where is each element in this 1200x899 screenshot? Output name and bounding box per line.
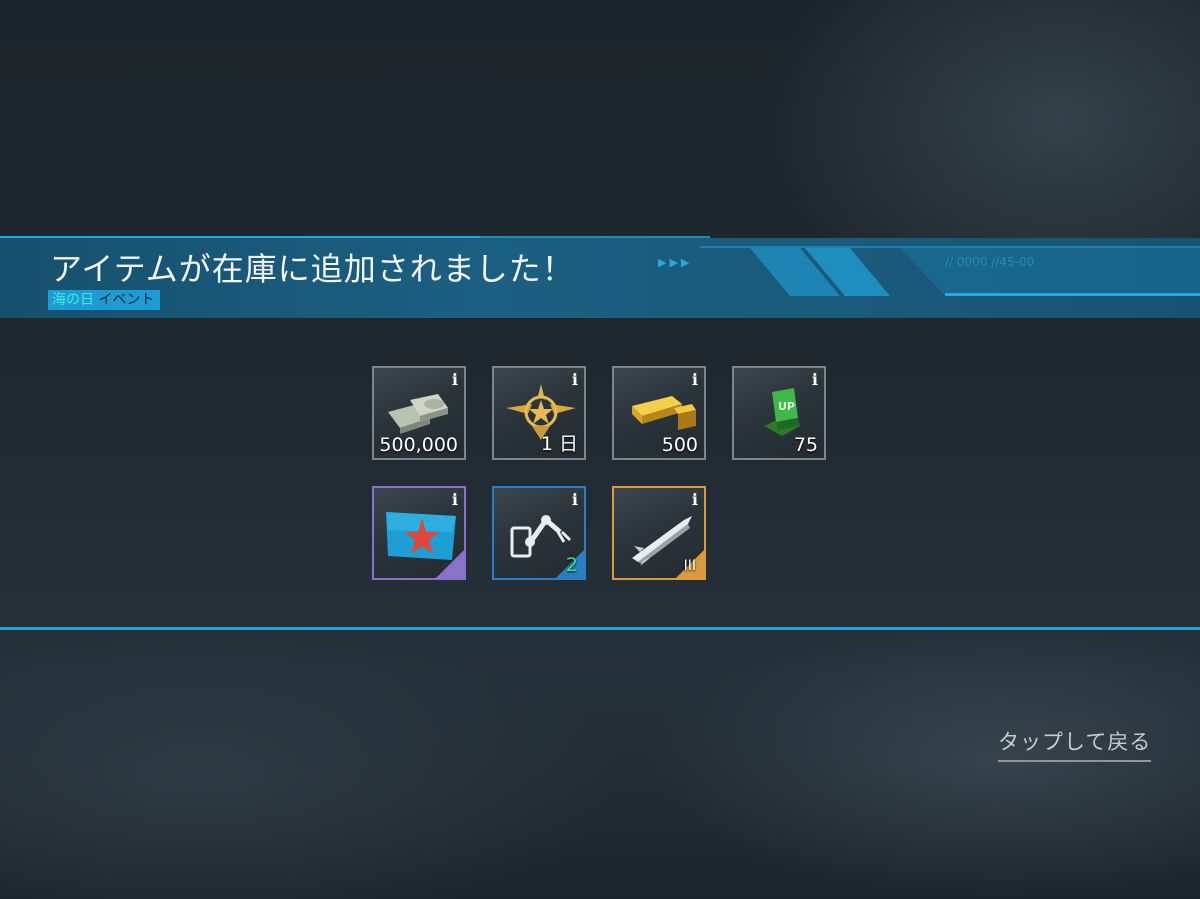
- info-icon[interactable]: i: [452, 370, 458, 389]
- event-label: イベント: [98, 292, 155, 308]
- item-card-missile[interactable]: i III: [612, 486, 706, 580]
- info-icon[interactable]: i: [692, 490, 698, 509]
- event-name: 海の日: [52, 292, 94, 308]
- item-card-money[interactable]: i 500,000: [372, 366, 466, 460]
- item-card-upgrade[interactable]: UP i 75: [732, 366, 826, 460]
- banner-code: // 0000 //45-00: [945, 255, 1035, 269]
- item-quantity: 2: [565, 554, 578, 576]
- item-quantity: 500,000: [379, 434, 458, 456]
- info-icon[interactable]: i: [572, 370, 578, 389]
- info-icon[interactable]: i: [812, 370, 818, 389]
- item-quantity: 1 日: [540, 433, 578, 455]
- arrow-indicator: ▶▶▶: [658, 256, 693, 269]
- section-divider: [0, 627, 1200, 630]
- item-tier: III: [683, 558, 696, 574]
- item-quantity: 500: [661, 434, 698, 456]
- item-card-flag[interactable]: i: [372, 486, 466, 580]
- rarity-corner: [436, 550, 464, 578]
- item-card-premium[interactable]: i 1 日: [492, 366, 586, 460]
- page-title: アイテムが在庫に追加されました！: [50, 250, 575, 288]
- svg-text:UP: UP: [778, 400, 795, 413]
- item-quantity: 75: [793, 434, 818, 456]
- info-icon[interactable]: i: [572, 490, 578, 509]
- tap-to-return-button[interactable]: タップして戻る: [998, 726, 1152, 762]
- info-icon[interactable]: i: [452, 490, 458, 509]
- event-badge: 海の日 イベント: [48, 290, 161, 310]
- item-card-robotic-arm[interactable]: i 2: [492, 486, 586, 580]
- info-icon[interactable]: i: [692, 370, 698, 389]
- item-card-gold[interactable]: i 500: [612, 366, 706, 460]
